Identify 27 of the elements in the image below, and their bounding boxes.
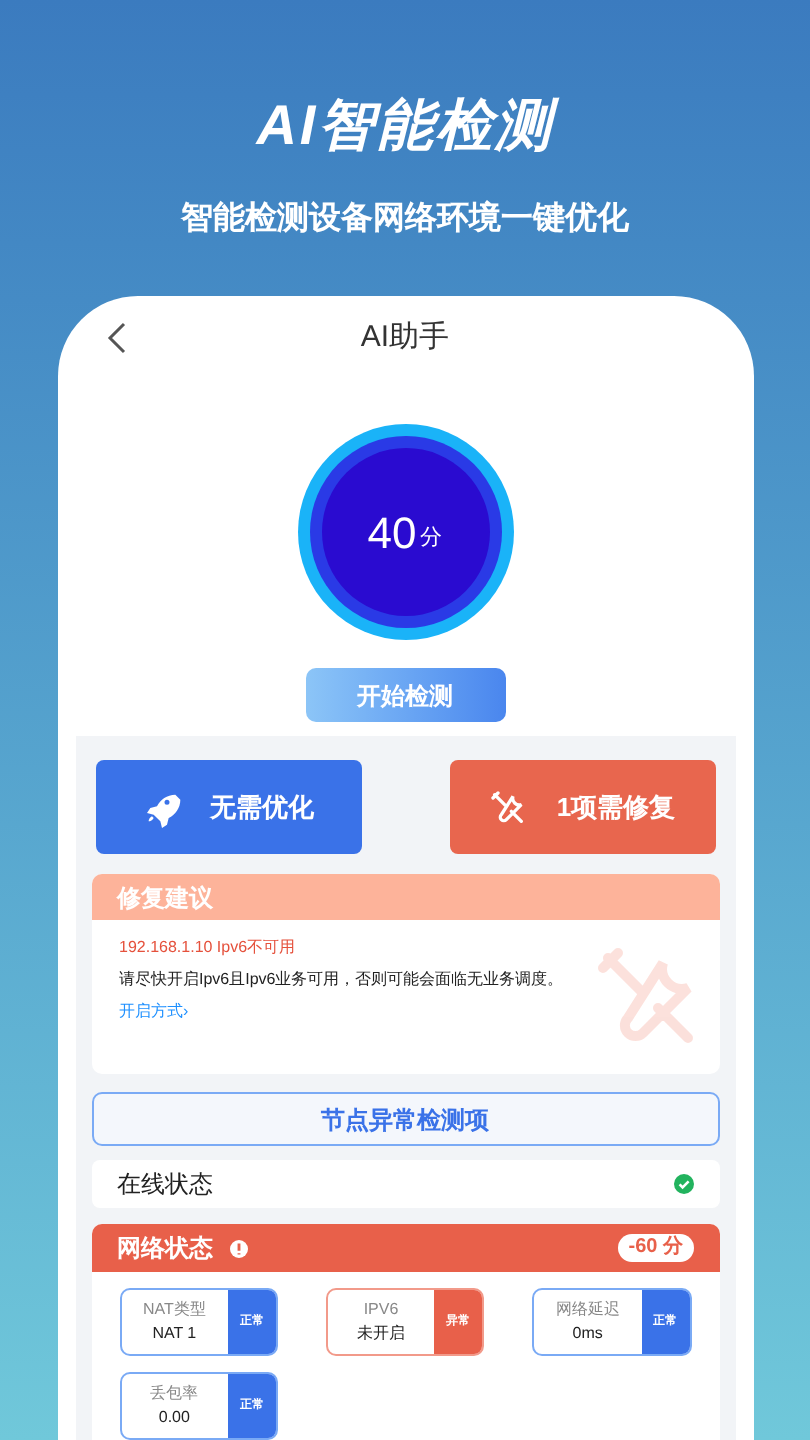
score-unit: 分	[420, 523, 443, 554]
metric-label: 丢包率	[150, 1382, 199, 1406]
metric-value: 0ms	[572, 1322, 603, 1346]
start-detection-button[interactable]: 开始检测	[305, 668, 505, 722]
score-value: 40	[367, 505, 417, 561]
online-status-label: 在线状态	[117, 1168, 213, 1202]
back-icon[interactable]	[105, 322, 129, 354]
optimize-button[interactable]: 无需优化	[95, 760, 361, 854]
issue-text: 192.168.1.10 Ipv6不可用	[119, 936, 298, 960]
metric-value: NAT 1	[152, 1322, 197, 1346]
node-check-button[interactable]: 节点异常检测项	[91, 1092, 719, 1146]
alert-icon	[229, 1239, 247, 1257]
metric-label: NAT类型	[142, 1298, 206, 1322]
page-subtitle: 智能检测设备网络环境一键优化	[181, 198, 629, 240]
metric-label: 网络延迟	[555, 1298, 620, 1322]
tools-icon	[488, 787, 529, 827]
network-status-title: 网络状态	[117, 1232, 213, 1266]
page-title: AI智能检测	[256, 84, 554, 168]
repair-button[interactable]: 1项需修复	[449, 760, 715, 854]
advice-text: 请尽快开启Ipv6且Ipv6业务可用，否则可能会面临无业务调度。	[119, 968, 566, 992]
metric-label: IPV6	[363, 1298, 399, 1322]
metric-value: 未开启	[356, 1322, 405, 1346]
enable-method-link[interactable]: 开启方式›	[119, 1000, 189, 1024]
repair-card-header: 修复建议	[91, 874, 719, 920]
header-title: AI助手	[360, 317, 450, 358]
metric-value: 0.00	[158, 1406, 190, 1430]
penalty-badge: -60 分	[618, 1234, 693, 1262]
